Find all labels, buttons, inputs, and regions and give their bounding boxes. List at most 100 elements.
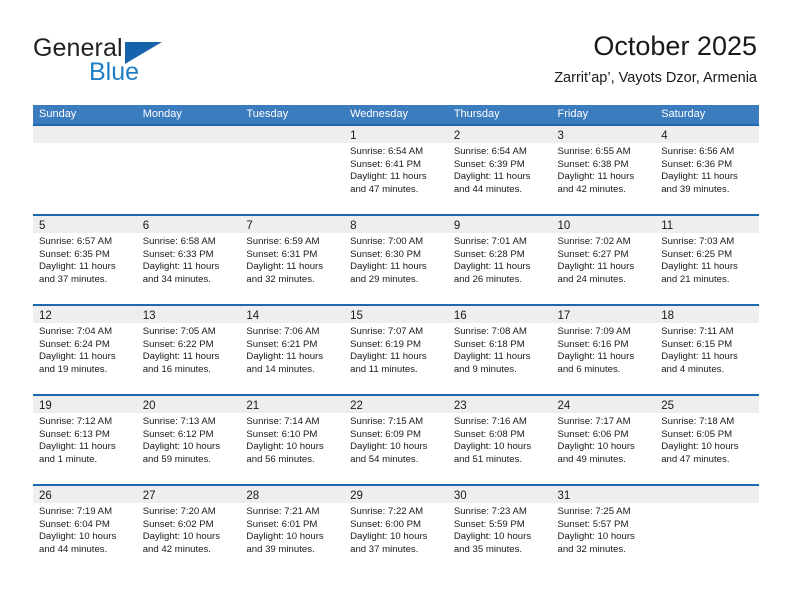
day-cell-16[interactable]: 16 Sunrise: 7:08 AM Sunset: 6:18 PM Dayligh… — [447, 306, 552, 394]
day-detail-line: Daylight: 11 hours — [39, 261, 116, 273]
day-cell-1[interactable]: 1 Sunrise: 6:54 AM Sunset: 6:41 PM Daylight… — [344, 126, 448, 214]
day-number: 1 — [350, 130, 357, 142]
day-cell-21[interactable]: 21 Sunrise: 7:14 AM Sunset: 6:10 PM Dayligh… — [240, 396, 345, 484]
day-detail-line: Daylight: 11 hours — [453, 261, 531, 273]
day-detail-line: Sunset: 6:31 PM — [246, 248, 318, 260]
day-detail-line: Daylight: 11 hours — [661, 261, 738, 273]
day-number: 3 — [557, 130, 564, 142]
day-number-strip: 9 — [447, 216, 552, 233]
day-detail-line: and 44 minutes. — [453, 183, 523, 195]
day-cell-31[interactable]: 31 Sunrise: 7:25 AM Sunset: 5:57 PM Dayligh… — [551, 486, 656, 574]
day-cell-17[interactable]: 17 Sunrise: 7:09 AM Sunset: 6:16 PM Dayligh… — [551, 306, 656, 394]
day-number-strip: 6 — [136, 216, 241, 233]
day-cell-15[interactable]: 15 Sunrise: 7:07 AM Sunset: 6:19 PM Dayligh… — [344, 306, 448, 394]
day-number: 13 — [142, 310, 156, 322]
day-cell-10[interactable]: 10 Sunrise: 7:02 AM Sunset: 6:27 PM Dayligh… — [551, 216, 656, 304]
day-number: 20 — [142, 400, 156, 412]
day-number: 21 — [246, 400, 260, 412]
day-details: Sunrise: 7:15 AM Sunset: 6:09 PM Daylight:… — [344, 413, 448, 466]
day-number-strip: 22 — [344, 396, 448, 413]
day-details: Sunrise: 6:54 AM Sunset: 6:39 PM Daylight:… — [448, 143, 552, 196]
day-number-strip: 14 — [240, 306, 345, 323]
day-detail-line: Sunrise: 7:17 AM — [557, 416, 631, 427]
day-number-strip: 19 — [33, 396, 137, 413]
day-detail-line: Daylight: 10 hours — [557, 441, 635, 453]
day-detail-line: Sunset: 6:13 PM — [39, 428, 110, 440]
day-detail-line: Sunrise: 6:55 AM — [557, 146, 631, 157]
day-cell-12[interactable]: 12 Sunrise: 7:04 AM Sunset: 6:24 PM Dayligh… — [33, 306, 137, 394]
day-detail-line: Sunset: 6:18 PM — [453, 338, 525, 350]
day-cell-18[interactable]: 18 Sunrise: 7:11 AM Sunset: 6:15 PM Dayligh… — [655, 306, 759, 394]
day-number-strip — [33, 126, 137, 143]
day-details: Sunrise: 7:14 AM Sunset: 6:10 PM Daylight:… — [240, 413, 344, 466]
day-cell-6[interactable]: 6 Sunrise: 6:58 AM Sunset: 6:33 PM Daylight… — [136, 216, 241, 304]
day-detail-line: Sunrise: 7:19 AM — [39, 506, 113, 517]
title-block: October 2025 Zarrit’ap’, Vayots Dzor, Ar… — [554, 30, 757, 88]
day-number-strip — [136, 126, 241, 143]
day-cell-28[interactable]: 28 Sunrise: 7:21 AM Sunset: 6:01 PM Dayligh… — [240, 486, 345, 574]
day-cell-3[interactable]: 3 Sunrise: 6:55 AM Sunset: 6:38 PM Daylight… — [551, 126, 656, 214]
day-cell-5[interactable]: 5 Sunrise: 6:57 AM Sunset: 6:35 PM Daylight… — [33, 216, 137, 304]
day-detail-line: and 44 minutes. — [39, 543, 108, 555]
weekday-header-thursday: Thursday — [453, 108, 500, 120]
general-blue-logo[interactable]: General Blue — [33, 34, 253, 90]
day-detail-line: and 11 minutes. — [350, 363, 418, 375]
day-detail-line: Sunset: 6:12 PM — [142, 428, 214, 440]
day-number: 23 — [453, 400, 467, 412]
day-cell-29[interactable]: 29 Sunrise: 7:22 AM Sunset: 6:00 PM Dayligh… — [344, 486, 448, 574]
day-cell-7[interactable]: 7 Sunrise: 6:59 AM Sunset: 6:31 PM Daylight… — [240, 216, 345, 304]
day-cell-23[interactable]: 23 Sunrise: 7:16 AM Sunset: 6:08 PM Dayligh… — [447, 396, 552, 484]
day-cell-30[interactable]: 30 Sunrise: 7:23 AM Sunset: 5:59 PM Dayligh… — [447, 486, 552, 574]
day-cell-22[interactable]: 22 Sunrise: 7:15 AM Sunset: 6:09 PM Dayligh… — [344, 396, 448, 484]
day-number-strip: 15 — [344, 306, 448, 323]
day-cell-8[interactable]: 8 Sunrise: 7:00 AM Sunset: 6:30 PM Daylight… — [344, 216, 448, 304]
day-detail-line: Sunset: 5:59 PM — [453, 518, 525, 530]
day-detail-line: Sunrise: 7:15 AM — [350, 416, 424, 427]
day-number: 29 — [350, 490, 363, 502]
day-details: Sunrise: 7:04 AM Sunset: 6:24 PM Daylight:… — [33, 323, 137, 376]
day-cell-25[interactable]: 25 Sunrise: 7:18 AM Sunset: 6:05 PM Dayligh… — [655, 396, 759, 484]
day-number-strip: 3 — [551, 126, 656, 143]
day-cell-27[interactable]: 27 Sunrise: 7:20 AM Sunset: 6:02 PM Dayligh… — [136, 486, 241, 574]
weekday-header-saturday: Saturday — [661, 108, 706, 120]
day-detail-line: and 21 minutes. — [661, 273, 730, 285]
day-detail-line: and 32 minutes. — [246, 273, 315, 285]
day-cell-19[interactable]: 19 Sunrise: 7:12 AM Sunset: 6:13 PM Dayligh… — [33, 396, 137, 484]
day-detail-line: Daylight: 10 hours — [142, 441, 221, 453]
day-cell-2[interactable]: 2 Sunrise: 6:54 AM Sunset: 6:39 PM Daylight… — [447, 126, 552, 214]
page-title: October 2025 — [593, 31, 757, 61]
day-details — [33, 143, 137, 146]
day-detail-line: Sunset: 6:06 PM — [557, 428, 629, 440]
day-detail-line: and 35 minutes. — [453, 543, 523, 555]
day-details: Sunrise: 7:03 AM Sunset: 6:25 PM Daylight:… — [655, 233, 759, 286]
day-detail-line: and 34 minutes. — [142, 273, 211, 285]
day-detail-line: and 51 minutes. — [453, 453, 523, 465]
day-detail-line: and 56 minutes. — [246, 453, 315, 465]
day-detail-line: and 16 minutes. — [142, 363, 211, 375]
day-detail-line: Sunrise: 7:06 AM — [246, 326, 320, 337]
day-cell-24[interactable]: 24 Sunrise: 7:17 AM Sunset: 6:06 PM Dayligh… — [551, 396, 656, 484]
day-cell-20[interactable]: 20 Sunrise: 7:13 AM Sunset: 6:12 PM Dayligh… — [136, 396, 241, 484]
day-details: Sunrise: 6:56 AM Sunset: 6:36 PM Daylight:… — [655, 143, 759, 196]
day-detail-line: Sunset: 6:41 PM — [350, 158, 422, 170]
day-detail-line: Sunrise: 7:16 AM — [453, 416, 527, 427]
day-cell-9[interactable]: 9 Sunrise: 7:01 AM Sunset: 6:28 PM Daylight… — [447, 216, 552, 304]
day-cell-11[interactable]: 11 Sunrise: 7:03 AM Sunset: 6:25 PM Dayligh… — [655, 216, 759, 304]
day-cell-4[interactable]: 4 Sunrise: 6:56 AM Sunset: 6:36 PM Daylight… — [655, 126, 759, 214]
day-cell-13[interactable]: 13 Sunrise: 7:05 AM Sunset: 6:22 PM Dayligh… — [136, 306, 241, 394]
day-number: 12 — [39, 310, 52, 322]
day-detail-line: Sunset: 6:09 PM — [350, 428, 422, 440]
day-number-strip: 2 — [447, 126, 552, 143]
day-details: Sunrise: 7:00 AM Sunset: 6:30 PM Daylight:… — [344, 233, 448, 286]
day-cell-14[interactable]: 14 Sunrise: 7:06 AM Sunset: 6:21 PM Dayligh… — [240, 306, 345, 394]
day-number: 25 — [661, 400, 675, 412]
day-detail-line: Sunset: 6:28 PM — [453, 248, 525, 260]
day-detail-line: Sunrise: 7:20 AM — [142, 506, 216, 517]
day-number-strip — [240, 126, 345, 143]
weekday-header-friday: Friday — [557, 108, 589, 120]
day-detail-line: and 54 minutes. — [350, 453, 419, 465]
day-details: Sunrise: 6:55 AM Sunset: 6:38 PM Daylight:… — [552, 143, 656, 196]
day-details: Sunrise: 7:18 AM Sunset: 6:05 PM Daylight:… — [655, 413, 759, 466]
day-cell-26[interactable]: 26 Sunrise: 7:19 AM Sunset: 6:04 PM Dayligh… — [33, 486, 137, 574]
calendar-weeks: 1 Sunrise: 6:54 AM Sunset: 6:41 PM Daylight… — [33, 124, 759, 574]
